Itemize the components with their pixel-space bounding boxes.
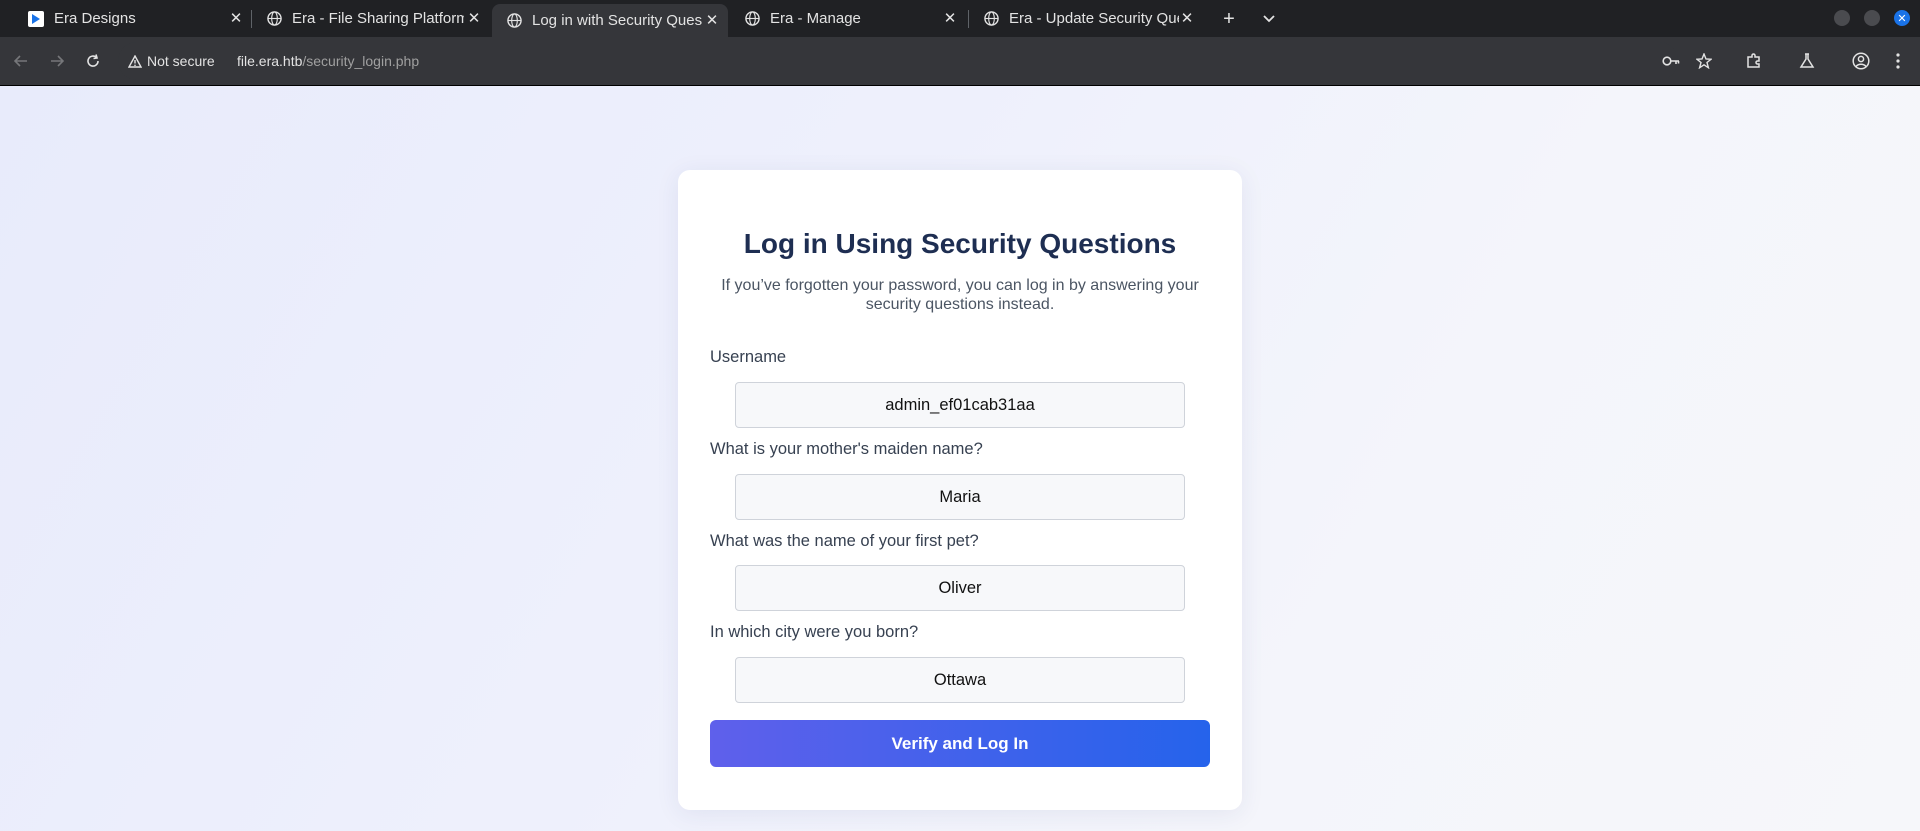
address-bar[interactable]: Not secure file.era.htb/security_login.p… [118,42,1678,80]
menu-kebab-icon[interactable] [1887,50,1909,72]
globe-icon [266,11,282,27]
close-tab-icon[interactable]: ✕ [940,8,960,28]
tab-search-chevron-down-icon[interactable] [1258,8,1280,30]
first-pet-label: What was the name of your first pet? [710,532,979,550]
new-tab-plus-icon[interactable]: + [1218,8,1240,30]
birth-city-input[interactable] [735,657,1185,703]
not-secure-label: Not secure [147,53,215,69]
close-tab-icon[interactable]: ✕ [464,8,484,28]
back-arrow-icon[interactable] [10,50,32,72]
security-login-card: Log in Using Security Questions If you’v… [678,170,1242,810]
verify-and-login-button[interactable]: Verify and Log In [710,720,1210,767]
password-key-icon[interactable] [1660,50,1682,72]
page-subtitle: If you’ve forgotten your password, you c… [721,277,1199,313]
tab-security-login[interactable]: Log in with Security Questions ✕ [492,4,728,37]
close-tab-icon[interactable]: ✕ [702,10,722,30]
page-viewport: Log in Using Security Questions If you’v… [0,86,1920,831]
tab-file-sharing[interactable]: Era - File Sharing Platform ✕ [252,0,488,37]
bookmark-star-icon[interactable] [1693,50,1715,72]
tab-title: Era - File Sharing Platform [292,10,464,27]
tab-strip: Era Designs ✕ Era - File Sharing Platfor… [0,0,1920,37]
tab-update-security[interactable]: Era - Update Security Questions ✕ [969,0,1205,37]
browser-toolbar: Not secure file.era.htb/security_login.p… [0,37,1920,86]
tab-title: Era - Update Security Questions [1009,10,1179,27]
first-pet-input[interactable] [735,565,1185,611]
url-host: file.era.htb [237,53,303,69]
page-title: Log in Using Security Questions [743,228,1177,259]
minimize-window-button[interactable] [1834,10,1850,26]
close-tab-icon[interactable]: ✕ [1177,8,1197,28]
tab-manage[interactable]: Era - Manage ✕ [730,0,966,37]
tab-era-designs[interactable]: Era Designs ✕ [14,0,250,37]
tab-title: Era Designs [54,10,136,27]
mother-maiden-name-input[interactable] [735,474,1185,520]
birth-city-label: In which city were you born? [710,623,919,641]
forward-arrow-icon[interactable] [46,50,68,72]
labs-flask-icon[interactable] [1796,50,1818,72]
extensions-puzzle-icon[interactable] [1743,50,1765,72]
tab-title: Log in with Security Questions [532,12,702,29]
globe-icon [506,13,522,29]
url-text[interactable]: file.era.htb/security_login.php [237,53,419,69]
username-input[interactable] [735,382,1185,428]
url-path: /security_login.php [302,53,420,69]
mother-maiden-name-label: What is your mother's maiden name? [710,440,983,458]
site-security-chip[interactable]: Not secure [128,51,215,71]
close-tab-icon[interactable]: ✕ [226,8,246,28]
close-window-button[interactable]: ✕ [1894,10,1910,26]
globe-icon [983,11,999,27]
username-label: Username [710,348,787,366]
tab-title: Era - Manage [770,10,861,27]
warning-triangle-icon [128,54,142,68]
profile-avatar-icon[interactable] [1850,50,1872,72]
era-designs-favicon-icon [28,10,44,27]
reload-icon[interactable] [82,50,104,72]
maximize-window-button[interactable] [1864,10,1880,26]
globe-icon [744,11,760,27]
